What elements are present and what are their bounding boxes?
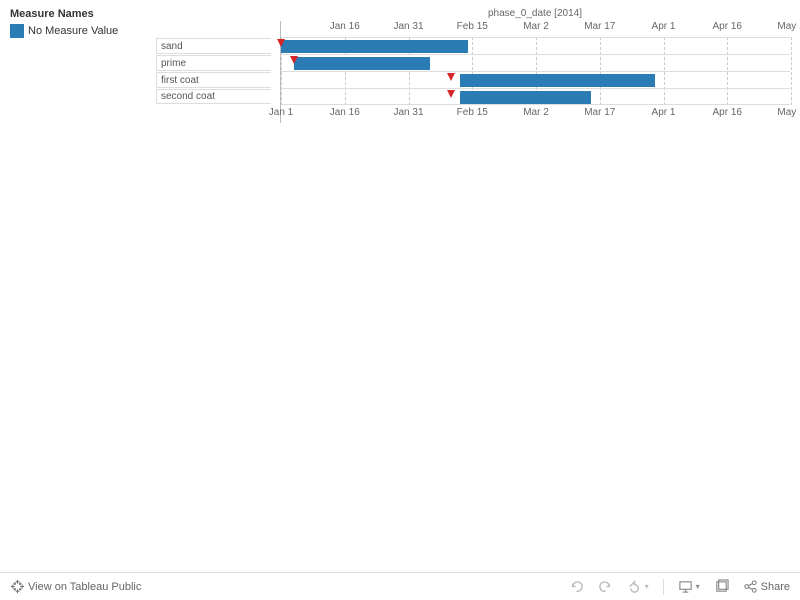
redo-button[interactable] bbox=[598, 579, 613, 594]
share-button[interactable]: Share bbox=[743, 579, 790, 594]
chart: phase_0_date [2014] Jan 16 Jan 31 Feb 15 Ma… bbox=[160, 8, 790, 123]
tick-label: May 1 bbox=[777, 107, 800, 118]
gantt-row[interactable]: sand bbox=[281, 37, 790, 54]
legend-item[interactable]: No Measure Value bbox=[10, 24, 118, 38]
undo-button[interactable] bbox=[569, 579, 584, 594]
gantt-bar[interactable] bbox=[460, 74, 656, 87]
undo-icon bbox=[569, 579, 584, 594]
legend-title: Measure Names bbox=[10, 8, 118, 20]
tableau-icon bbox=[10, 579, 25, 594]
marker-icon bbox=[290, 56, 298, 64]
marker-icon bbox=[447, 73, 455, 81]
legend: Measure Names No Measure Value bbox=[10, 8, 118, 38]
reset-button[interactable]: ▾ bbox=[627, 579, 649, 594]
share-icon bbox=[743, 579, 758, 594]
tick-label: May 1 bbox=[777, 21, 800, 32]
legend-item-label: No Measure Value bbox=[28, 25, 118, 37]
top-axis: Jan 16 Jan 31 Feb 15 Mar 2 Mar 17 Apr 1 Apr 16… bbox=[281, 21, 790, 37]
separator bbox=[663, 579, 664, 595]
toolbar: View on Tableau Public ▾ ▾ Share bbox=[0, 572, 800, 600]
tick-label: Jan 31 bbox=[393, 21, 423, 32]
tick-label: Mar 17 bbox=[584, 21, 615, 32]
tableau-public-link[interactable]: View on Tableau Public bbox=[10, 579, 141, 594]
tick-label: Apr 16 bbox=[713, 107, 742, 118]
tick-label: Apr 16 bbox=[713, 21, 742, 32]
redo-icon bbox=[598, 579, 613, 594]
tick-label: Mar 2 bbox=[523, 21, 549, 32]
tick-label: Apr 1 bbox=[652, 21, 676, 32]
gantt-rows: sandprimefirst coatsecond coat bbox=[281, 37, 790, 105]
plot-area: Jan 16 Jan 31 Feb 15 Mar 2 Mar 17 Apr 1 Apr 16… bbox=[280, 21, 790, 123]
tick-label: Apr 1 bbox=[652, 107, 676, 118]
row-label: prime bbox=[156, 55, 271, 71]
tick-label: Jan 16 bbox=[330, 21, 360, 32]
gantt-row[interactable]: second coat bbox=[281, 88, 790, 105]
share-label: Share bbox=[761, 581, 790, 593]
row-label: second coat bbox=[156, 89, 271, 104]
tick-label: Jan 31 bbox=[393, 107, 423, 118]
download-button[interactable] bbox=[714, 579, 729, 594]
marker-icon bbox=[447, 90, 455, 98]
gantt-bar[interactable] bbox=[460, 91, 592, 104]
presentation-icon bbox=[678, 579, 693, 594]
row-label: first coat bbox=[156, 72, 271, 88]
axis-title: phase_0_date [2014] bbox=[280, 8, 790, 19]
reset-icon bbox=[627, 579, 642, 594]
tick-label: Mar 17 bbox=[584, 107, 615, 118]
gridline bbox=[791, 37, 792, 105]
legend-swatch bbox=[10, 24, 24, 38]
gantt-row[interactable]: first coat bbox=[281, 71, 790, 88]
tick-label: Jan 1 bbox=[269, 107, 293, 118]
tick-label: Jan 16 bbox=[330, 107, 360, 118]
gantt-bar[interactable] bbox=[294, 57, 430, 70]
bottom-axis: Jan 1Jan 16Jan 31Feb 15Mar 2Mar 17Apr 1A… bbox=[281, 107, 790, 123]
download-icon bbox=[714, 579, 729, 594]
gantt-bar[interactable] bbox=[281, 40, 468, 53]
tick-label: Mar 2 bbox=[523, 107, 549, 118]
gantt-row[interactable]: prime bbox=[281, 54, 790, 71]
marker-icon bbox=[277, 39, 285, 47]
row-label: sand bbox=[156, 38, 271, 54]
tick-label: Feb 15 bbox=[457, 107, 488, 118]
tick-label: Feb 15 bbox=[457, 21, 488, 32]
tableau-public-label: View on Tableau Public bbox=[28, 581, 141, 593]
presentation-button[interactable]: ▾ bbox=[678, 579, 700, 594]
